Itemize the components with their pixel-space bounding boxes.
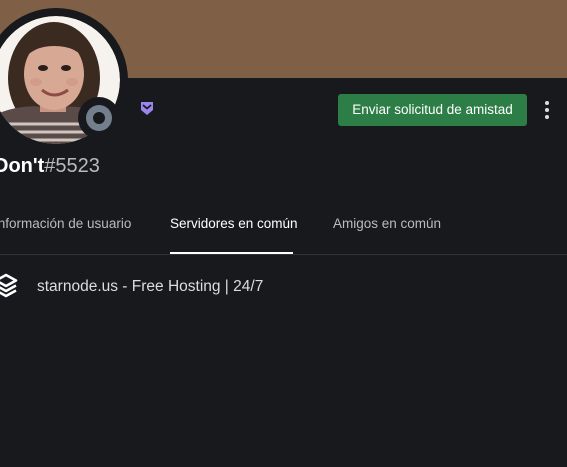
starnode-server-icon [0, 270, 22, 302]
username: Don't [0, 155, 45, 177]
tab-user-info[interactable]: Información de usuario [0, 216, 131, 254]
profile-tabs: Información de usuario Servidores en com… [0, 204, 567, 255]
status-offline-indicator [78, 97, 120, 139]
tab-mutual-friends[interactable]: Amigos en común [333, 216, 441, 254]
discriminator: #5523 [44, 155, 100, 177]
user-profile-modal: Enviar solicitud de amistad Don't#5523 I… [0, 0, 567, 467]
tab-mutual-servers[interactable]: Servidores en común [170, 216, 298, 254]
username-with-discriminator: Don't#5523 [0, 152, 100, 180]
status-offline-icon [86, 105, 112, 131]
more-vertical-icon[interactable] [539, 98, 555, 122]
nitro-badge-icon[interactable] [138, 100, 156, 118]
send-friend-request-button[interactable]: Enviar solicitud de amistad [338, 94, 527, 126]
server-name: starnode.us - Free Hosting | 24/7 [37, 278, 264, 295]
mutual-server-item[interactable]: starnode.us - Free Hosting | 24/7 [0, 270, 567, 304]
